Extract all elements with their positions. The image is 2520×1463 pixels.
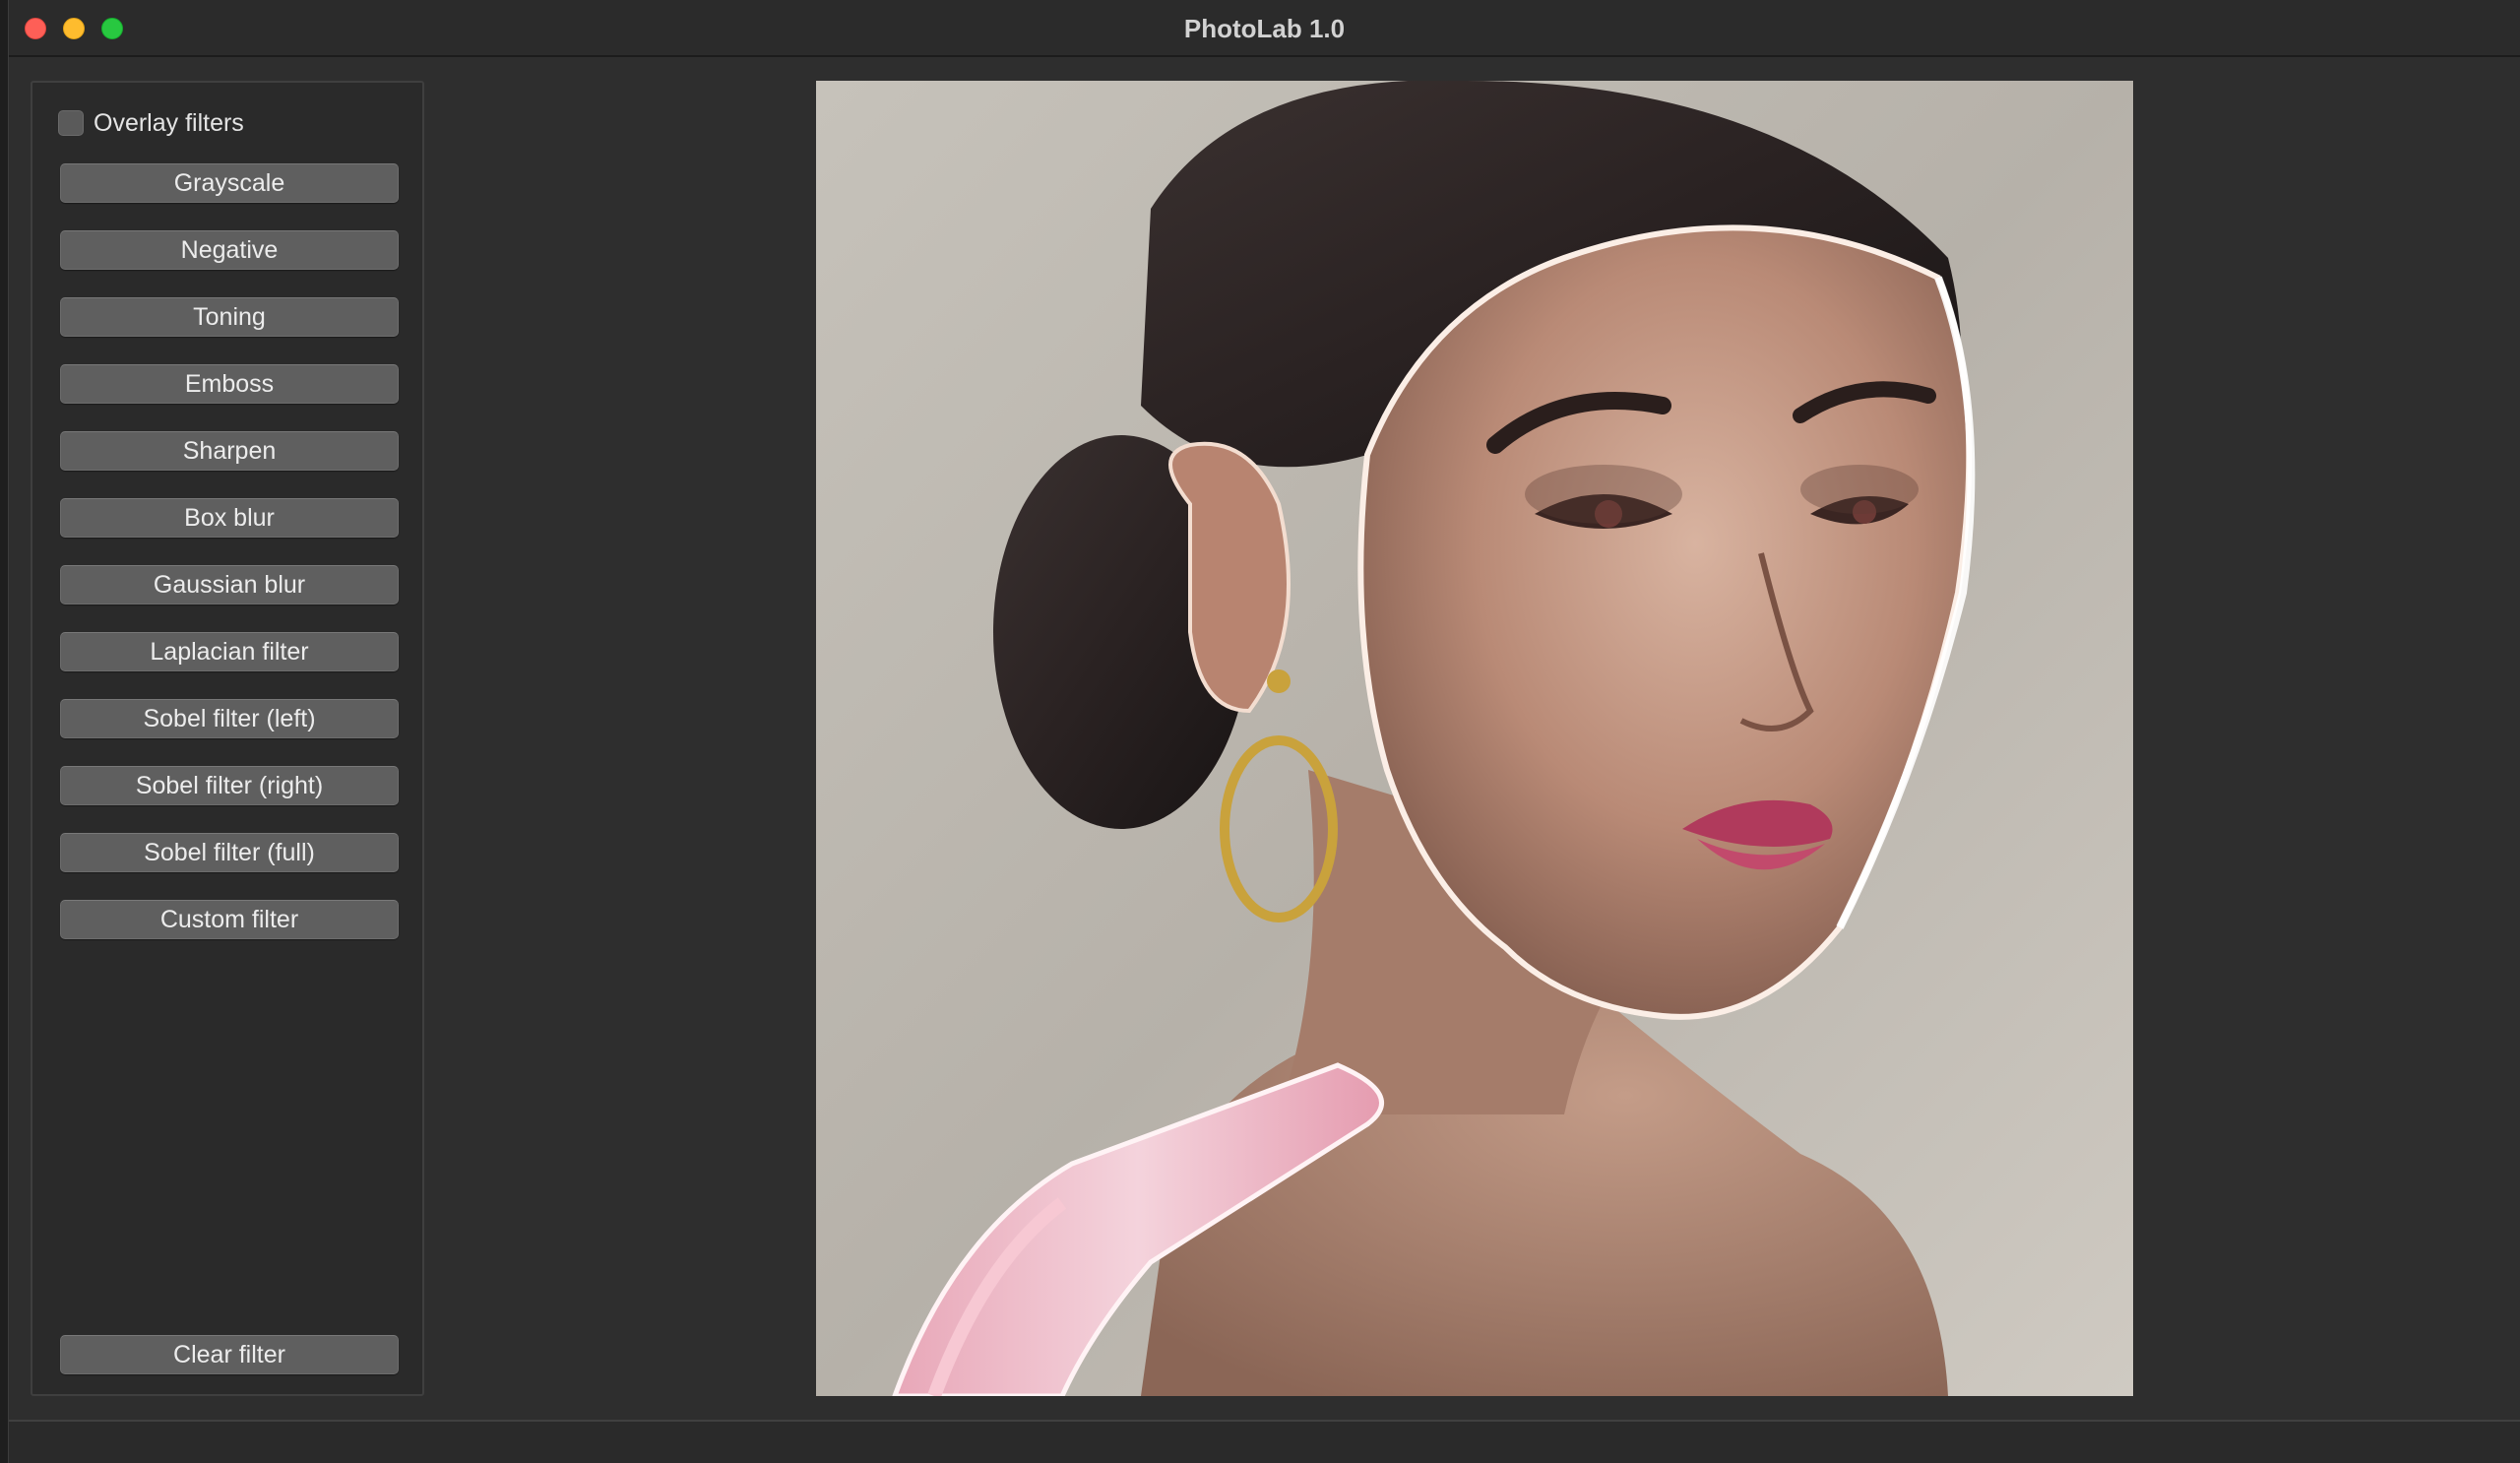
custom-filter-button[interactable]: Custom filter: [60, 900, 399, 939]
emboss-button[interactable]: Emboss: [60, 364, 399, 404]
clear-filter-button[interactable]: Clear filter: [60, 1335, 399, 1374]
gaussian-blur-button[interactable]: Gaussian blur: [60, 565, 399, 604]
title-bar[interactable]: PhotoLab 1.0: [9, 0, 2520, 57]
overlay-filters-toggle[interactable]: Overlay filters: [58, 108, 244, 138]
overlay-filters-checkbox[interactable]: [58, 110, 84, 136]
grayscale-button[interactable]: Grayscale: [60, 163, 399, 203]
status-bar: [9, 1420, 2520, 1463]
overlay-filters-label[interactable]: Overlay filters: [94, 109, 244, 138]
box-blur-button[interactable]: Box blur: [60, 498, 399, 538]
image-canvas: [816, 81, 2133, 1396]
negative-button[interactable]: Negative: [60, 230, 399, 270]
sobel-full-button[interactable]: Sobel filter (full): [60, 833, 399, 872]
sobel-left-button[interactable]: Sobel filter (left): [60, 699, 399, 738]
app-window: PhotoLab 1.0 Overlay filters Grayscale N…: [8, 0, 2520, 1463]
sobel-right-button[interactable]: Sobel filter (right): [60, 766, 399, 805]
filter-sidebar: Overlay filters Grayscale Negative Tonin…: [31, 81, 424, 1396]
laplacian-filter-button[interactable]: Laplacian filter: [60, 632, 399, 671]
sharpen-button[interactable]: Sharpen: [60, 431, 399, 471]
toning-button[interactable]: Toning: [60, 297, 399, 337]
portrait-image: [816, 81, 2133, 1396]
window-title: PhotoLab 1.0: [1183, 14, 1346, 43]
